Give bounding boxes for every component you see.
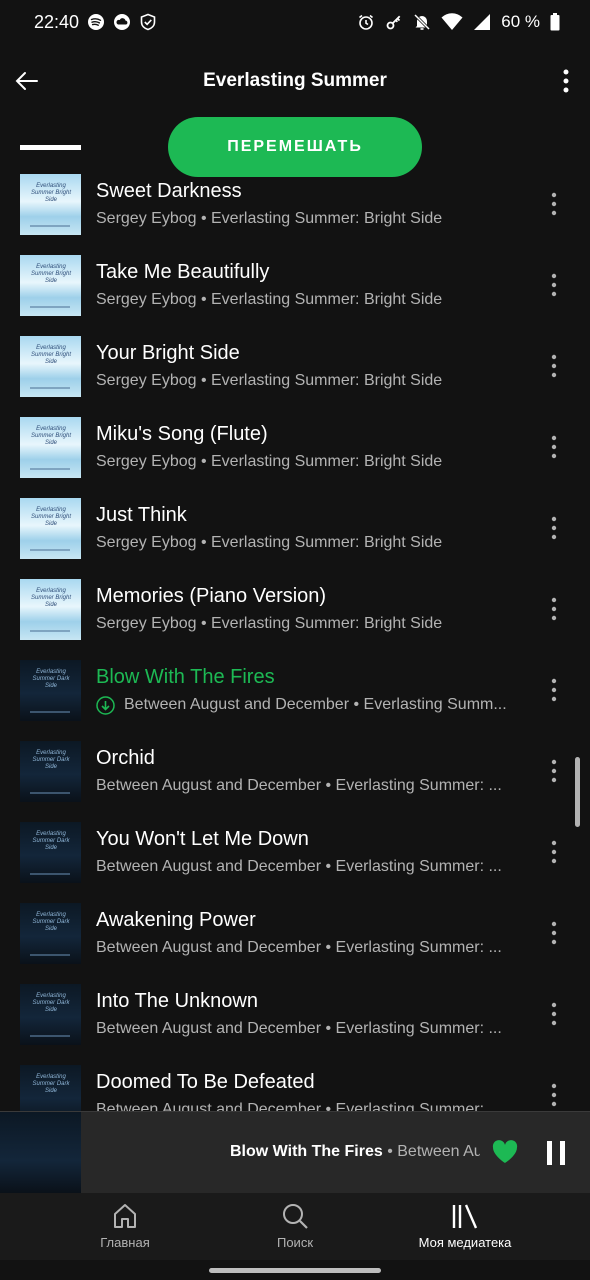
track-title: Take Me Beautifully bbox=[96, 261, 270, 283]
track-title: Awakening Power bbox=[96, 909, 256, 931]
track-more-icon[interactable] bbox=[544, 352, 564, 380]
scrollbar-thumb[interactable] bbox=[575, 757, 580, 827]
more-options-icon[interactable] bbox=[556, 66, 576, 96]
track-row[interactable]: Everlasting Summer Bright Side Sweet Dar… bbox=[0, 170, 590, 251]
track-title: Into The Unknown bbox=[96, 990, 258, 1012]
nav-search[interactable]: Поиск bbox=[215, 1201, 375, 1250]
key-icon bbox=[386, 15, 401, 30]
track-title: Memories (Piano Version) bbox=[96, 585, 327, 607]
mini-player-title: Blow With The Fires bbox=[230, 1143, 383, 1160]
page-title: Everlasting Summer bbox=[203, 70, 387, 91]
track-list[interactable]: Everlasting Summer Bright Side Sweet Dar… bbox=[0, 168, 590, 1111]
album-cover: Everlasting Summer Bright Side bbox=[20, 336, 81, 397]
album-cover: Everlasting Summer Bright Side bbox=[20, 174, 81, 235]
gesture-bar[interactable] bbox=[209, 1268, 381, 1273]
nav-home-label: Главная bbox=[100, 1235, 150, 1250]
track-subtitle: Sergey Eybog • Everlasting Summer: Brigh… bbox=[96, 615, 443, 632]
downloaded-icon bbox=[96, 696, 115, 715]
divider-bar bbox=[20, 145, 81, 150]
status-time: 22:40 bbox=[34, 12, 80, 32]
bottom-nav: Главная Поиск Моя медиатека bbox=[0, 1193, 590, 1260]
battery-percent: 60 % bbox=[501, 12, 540, 31]
shuffle-button[interactable]: ПЕРЕМЕШАТЬ bbox=[168, 117, 422, 177]
track-more-icon[interactable] bbox=[544, 433, 564, 461]
album-cover: Everlasting Summer Dark Side bbox=[20, 741, 81, 802]
album-cover: Everlasting Summer Dark Side bbox=[20, 660, 81, 721]
track-more-icon[interactable] bbox=[544, 757, 564, 785]
shield-icon bbox=[140, 13, 156, 31]
track-row[interactable]: Everlasting Summer Dark Side Orchid Betw… bbox=[0, 737, 590, 818]
track-subtitle: Between August and December • Everlastin… bbox=[96, 777, 502, 794]
status-bar: 22:40 60 % bbox=[0, 0, 590, 46]
track-more-icon[interactable] bbox=[544, 514, 564, 542]
track-title: Doomed To Be Defeated bbox=[96, 1071, 315, 1093]
track-subtitle: Between August and December • Everlastin… bbox=[124, 696, 507, 713]
track-subtitle: Sergey Eybog • Everlasting Summer: Brigh… bbox=[96, 534, 443, 551]
track-more-icon[interactable] bbox=[544, 1000, 564, 1028]
track-row[interactable]: Everlasting Summer Dark Side You Won't L… bbox=[0, 818, 590, 899]
mute-icon bbox=[414, 13, 431, 31]
track-title: Your Bright Side bbox=[96, 342, 240, 364]
track-row[interactable]: Everlasting Summer Bright Side Just Thin… bbox=[0, 494, 590, 575]
library-icon bbox=[452, 1204, 478, 1229]
track-title: You Won't Let Me Down bbox=[96, 828, 309, 850]
track-row[interactable]: Everlasting Summer Dark Side Into The Un… bbox=[0, 980, 590, 1061]
track-more-icon[interactable] bbox=[544, 595, 564, 623]
album-cover: Everlasting Summer Bright Side bbox=[20, 498, 81, 559]
album-cover: Everlasting Summer Dark Side bbox=[20, 903, 81, 964]
track-subtitle: Sergey Eybog • Everlasting Summer: Brigh… bbox=[96, 291, 443, 308]
track-subtitle: Between August and December • Everlastin… bbox=[96, 1020, 502, 1037]
album-cover: Everlasting Summer Dark Side bbox=[20, 822, 81, 883]
track-subtitle: Between August and December • Everlastin… bbox=[96, 939, 502, 956]
track-more-icon[interactable] bbox=[544, 190, 564, 218]
track-row[interactable]: Everlasting Summer Bright Side Memories … bbox=[0, 575, 590, 656]
mini-player-separator: • bbox=[382, 1143, 398, 1160]
track-more-icon[interactable] bbox=[544, 271, 564, 299]
home-icon bbox=[114, 1204, 136, 1228]
track-row[interactable]: Everlasting Summer Bright Side Take Me B… bbox=[0, 251, 590, 332]
track-more-icon[interactable] bbox=[544, 1081, 564, 1109]
track-subtitle: Sergey Eybog • Everlasting Summer: Brigh… bbox=[96, 372, 443, 389]
spotify-icon bbox=[88, 14, 104, 30]
mini-player[interactable]: Blow With The Fires • Between August and… bbox=[0, 1111, 590, 1193]
cloud-icon bbox=[114, 14, 130, 30]
track-more-icon[interactable] bbox=[544, 676, 564, 704]
nav-search-label: Поиск bbox=[276, 1235, 314, 1250]
pause-icon[interactable] bbox=[544, 1139, 568, 1167]
track-row-playing[interactable]: Everlasting Summer Dark Side Blow With T… bbox=[0, 656, 590, 737]
mini-player-cover bbox=[0, 1112, 81, 1193]
alarm-icon bbox=[359, 14, 374, 30]
mini-player-track-info: Blow With The Fires • Between August and… bbox=[230, 1143, 480, 1161]
track-title: Sweet Darkness bbox=[96, 180, 242, 202]
heart-icon[interactable] bbox=[491, 1138, 519, 1166]
battery-icon bbox=[550, 13, 560, 31]
track-row[interactable]: Everlasting Summer Bright Side Your Brig… bbox=[0, 332, 590, 413]
track-title: Just Think bbox=[96, 504, 187, 526]
nav-library[interactable]: Моя медиатека bbox=[385, 1201, 545, 1250]
wifi-icon bbox=[441, 13, 463, 30]
album-cover: Everlasting Summer Bright Side bbox=[20, 579, 81, 640]
track-subtitle: Between August and December • Everlastin… bbox=[96, 1101, 502, 1111]
track-more-icon[interactable] bbox=[544, 919, 564, 947]
track-subtitle: Sergey Eybog • Everlasting Summer: Brigh… bbox=[96, 210, 443, 227]
track-subtitle: Between August and December • Everlastin… bbox=[96, 858, 502, 875]
nav-home[interactable]: Главная bbox=[45, 1201, 205, 1250]
track-title: Miku's Song (Flute) bbox=[96, 423, 268, 445]
track-row[interactable]: Everlasting Summer Dark Side Awakening P… bbox=[0, 899, 590, 980]
mini-player-artist: Between August and December bbox=[397, 1143, 480, 1160]
header: Everlasting Summer bbox=[0, 46, 590, 118]
signal-icon bbox=[474, 14, 491, 30]
album-cover: Everlasting Summer Dark Side bbox=[20, 1065, 81, 1111]
search-icon bbox=[283, 1204, 308, 1229]
track-more-icon[interactable] bbox=[544, 838, 564, 866]
track-row[interactable]: Everlasting Summer Bright Side Miku's So… bbox=[0, 413, 590, 494]
track-subtitle: Sergey Eybog • Everlasting Summer: Brigh… bbox=[96, 453, 443, 470]
track-title: Blow With The Fires bbox=[96, 666, 275, 688]
album-cover: Everlasting Summer Bright Side bbox=[20, 255, 81, 316]
track-title: Orchid bbox=[96, 747, 155, 769]
album-cover: Everlasting Summer Dark Side bbox=[20, 984, 81, 1045]
track-row[interactable]: Everlasting Summer Dark Side Doomed To B… bbox=[0, 1061, 590, 1111]
album-cover: Everlasting Summer Bright Side bbox=[20, 417, 81, 478]
nav-library-label: Моя медиатека bbox=[418, 1235, 512, 1250]
